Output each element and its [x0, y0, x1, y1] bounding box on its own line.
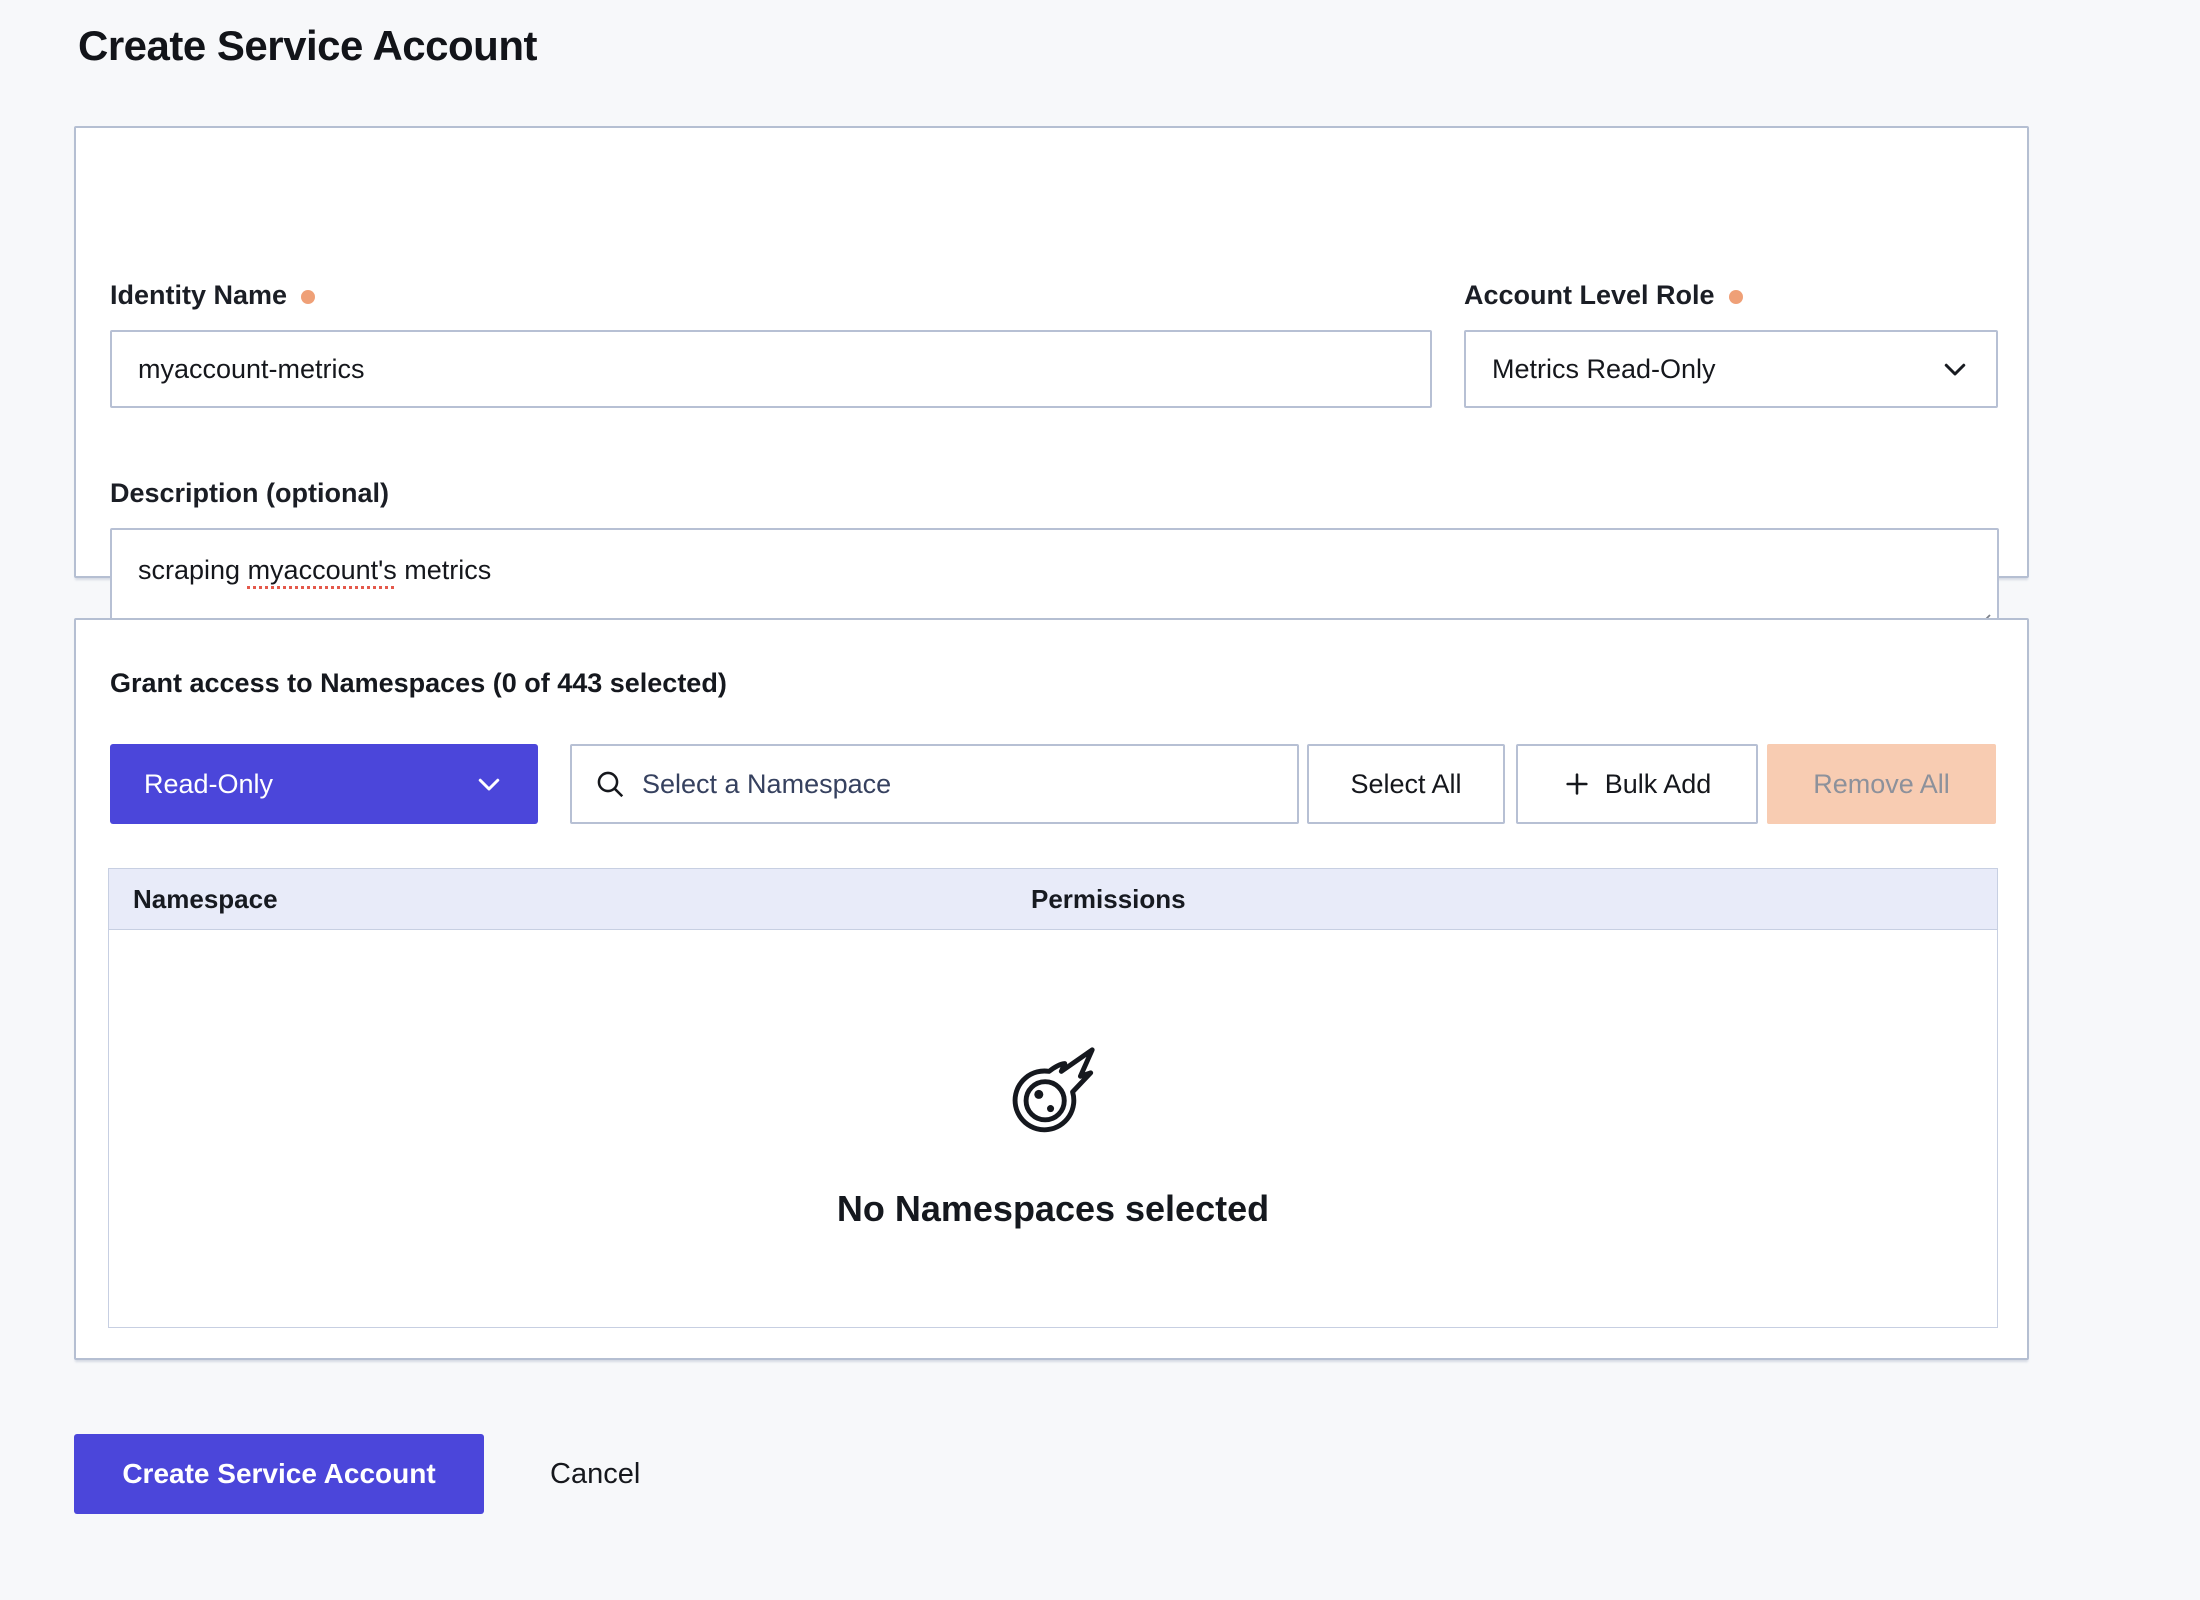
account-level-role-select[interactable]: Metrics Read-Only — [1464, 330, 1998, 408]
chevron-down-icon — [474, 769, 504, 799]
namespace-column-header: Namespace — [109, 884, 1031, 915]
identity-name-input[interactable]: myaccount-metrics — [110, 330, 1432, 408]
plus-icon — [1563, 770, 1591, 798]
namespace-search-input[interactable]: Select a Namespace — [570, 744, 1299, 824]
create-service-account-button[interactable]: Create Service Account — [74, 1434, 484, 1514]
chevron-down-icon — [1940, 354, 1970, 384]
empty-state-message: No Namespaces selected — [837, 1188, 1269, 1230]
permission-role-dropdown[interactable]: Read-Only — [110, 744, 538, 824]
identity-name-label: Identity Name — [110, 280, 315, 311]
remove-all-button[interactable]: Remove All — [1767, 744, 1996, 824]
search-placeholder: Select a Namespace — [642, 769, 891, 800]
namespace-access-card: Grant access to Namespaces (0 of 443 sel… — [74, 618, 2029, 1360]
account-level-role-label: Account Level Role — [1464, 280, 1743, 311]
select-all-button[interactable]: Select All — [1307, 744, 1505, 824]
description-label: Description (optional) — [110, 478, 389, 509]
page-title: Create Service Account — [78, 22, 537, 70]
required-dot-icon — [301, 290, 315, 304]
required-dot-icon — [1729, 290, 1743, 304]
comet-icon — [1006, 1042, 1100, 1136]
namespace-table-header: Namespace Permissions — [108, 868, 1998, 930]
permissions-column-header: Permissions — [1031, 884, 1186, 915]
identity-form-card: Identity Name myaccount-metrics Account … — [74, 126, 2029, 578]
bulk-add-button[interactable]: Bulk Add — [1516, 744, 1758, 824]
misspelled-word: myaccount's — [248, 555, 397, 585]
namespace-table-body: No Namespaces selected — [108, 930, 1998, 1328]
namespace-section-header: Grant access to Namespaces (0 of 443 sel… — [110, 668, 727, 699]
search-icon — [594, 768, 626, 800]
cancel-button[interactable]: Cancel — [550, 1434, 640, 1514]
empty-state: No Namespaces selected — [109, 1042, 1997, 1230]
